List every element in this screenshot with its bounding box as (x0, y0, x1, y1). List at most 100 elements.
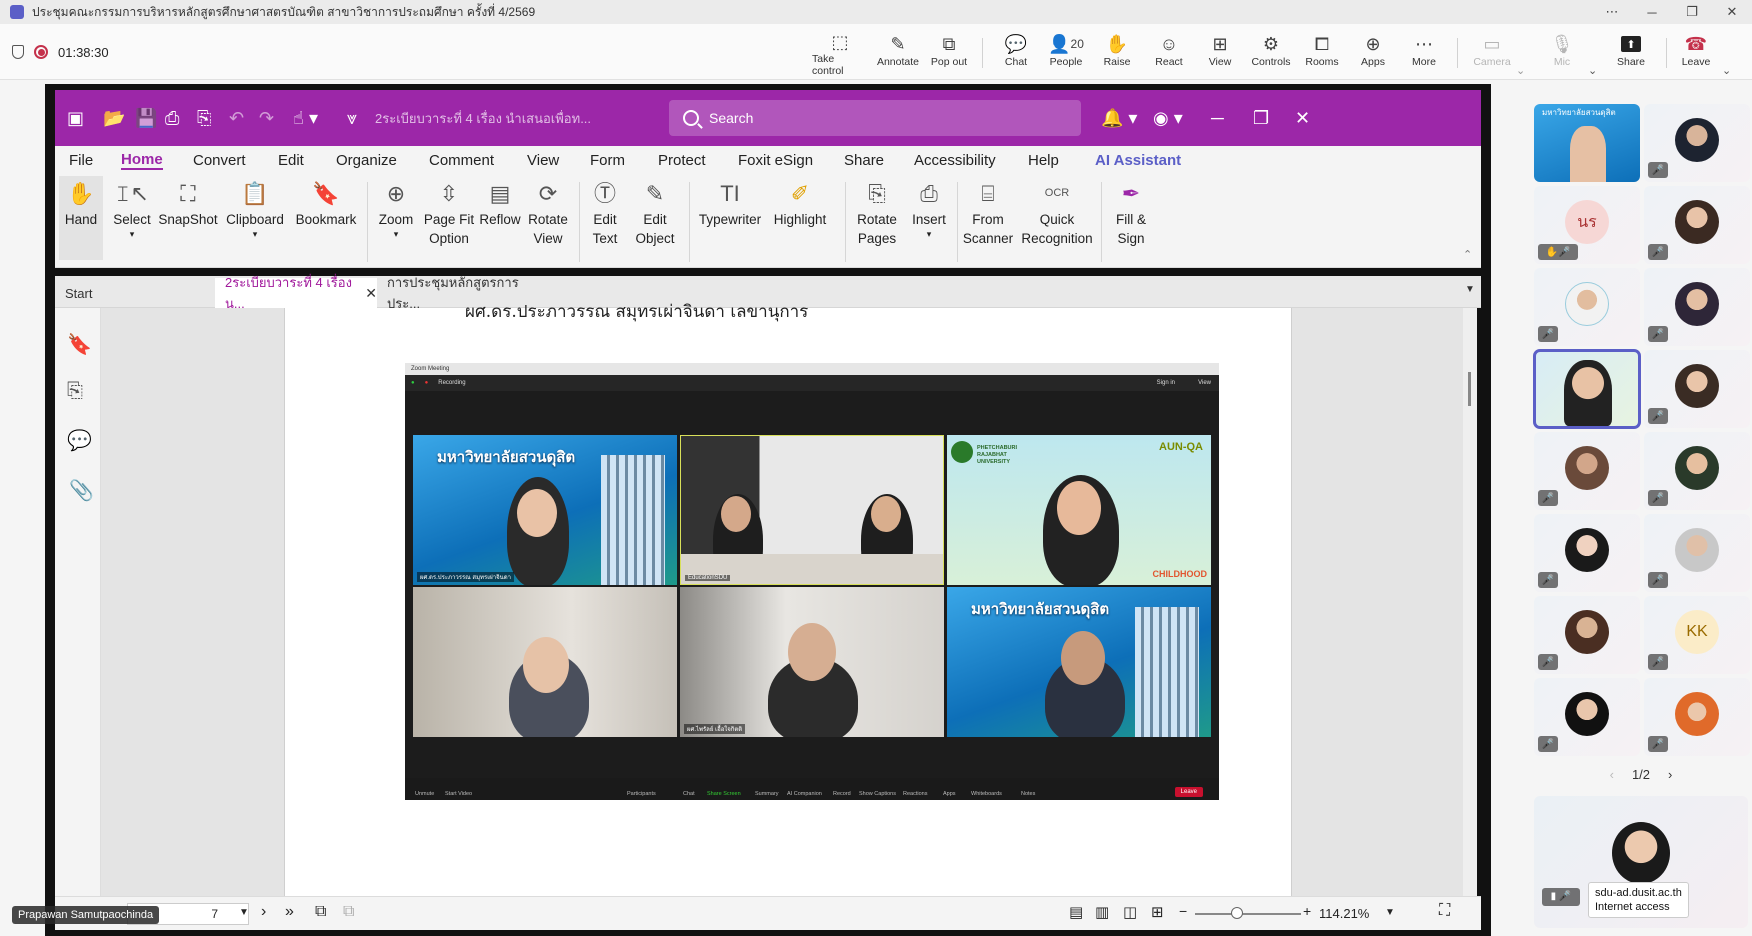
close-icon[interactable]: ✕ (1712, 0, 1752, 24)
menu-file[interactable]: File (69, 152, 93, 169)
share-button[interactable]: ⬆ Share (1603, 32, 1659, 76)
restore-icon[interactable]: ❐ (1253, 90, 1269, 146)
participant-tile[interactable]: นร ✋🎤 (1534, 186, 1640, 264)
participant-tile[interactable]: มหาวิทยาลัยสวนดุสิต (1534, 104, 1640, 182)
raise-hand-button[interactable]: ✋ Raise (1089, 32, 1145, 76)
continuous-view-icon[interactable]: ▥ (1095, 903, 1109, 921)
bookmarks-panel-icon[interactable]: 🔖 (67, 332, 92, 357)
zoom-slider[interactable] (1195, 913, 1301, 915)
controls-button[interactable]: ⚙ Controls (1243, 32, 1299, 76)
self-video-tile[interactable]: ▮ 🎤 sdu-ad.dusit.ac.th Internet access (1534, 796, 1748, 928)
take-control-button[interactable]: ⬚ Take control (812, 32, 868, 77)
zoom-button[interactable]: ⊕ Zoom ▾ (371, 176, 421, 239)
participant-tile[interactable]: 🎤 (1644, 268, 1750, 346)
pages-panel-icon[interactable]: ⎘ (67, 380, 83, 403)
menu-protect[interactable]: Protect (658, 152, 706, 169)
close-tab-icon[interactable]: ✕ (365, 285, 377, 302)
hand-tool-icon[interactable]: ☝ ▾ (293, 90, 318, 146)
menu-share[interactable]: Share (844, 152, 884, 169)
page-dropdown-icon[interactable]: ▼ (239, 907, 249, 918)
menu-ai-assistant[interactable]: AI Assistant (1095, 152, 1181, 169)
reflow-button[interactable]: ▤ Reflow (477, 176, 523, 229)
next-view-icon[interactable]: ⧉ (343, 903, 354, 921)
previous-view-icon[interactable]: ⧉ (315, 903, 326, 921)
account-icon[interactable]: ◉ ▾ (1153, 90, 1183, 146)
tabs-dropdown-icon[interactable]: ▼ (1465, 284, 1475, 295)
rooms-button[interactable]: ⧠ Rooms (1294, 32, 1350, 76)
close-icon[interactable]: ✕ (1295, 90, 1310, 146)
participant-tile-active-speaker[interactable] (1533, 349, 1641, 429)
participant-tile[interactable]: 🎤 (1644, 350, 1750, 428)
react-button[interactable]: ☺ React (1141, 32, 1197, 76)
facing-view-icon[interactable]: ◫ (1123, 903, 1137, 921)
next-page-icon[interactable]: › (1668, 767, 1672, 782)
zoom-out-icon[interactable]: − (1179, 903, 1187, 919)
leave-chevron-icon[interactable]: ⌄ (1722, 64, 1731, 77)
participant-tile[interactable]: 🎤 (1644, 186, 1750, 264)
minimize-icon[interactable]: ─ (1632, 0, 1672, 24)
attachments-panel-icon[interactable]: 📎 (69, 478, 94, 503)
participant-tile[interactable]: 🎤 (1534, 678, 1640, 756)
select-button[interactable]: 𝙸↖ Select ▾ (107, 176, 157, 239)
single-page-view-icon[interactable]: ▤ (1069, 903, 1083, 921)
participant-tile[interactable]: 🎤 (1534, 596, 1640, 674)
mic-button[interactable]: 🎙 Mic (1534, 32, 1590, 76)
save-icon[interactable]: 💾 (135, 90, 157, 146)
quick-recognition-button[interactable]: OCR Quick Recognition (1017, 176, 1097, 248)
redo-icon[interactable]: ↷ (259, 90, 274, 146)
menu-convert[interactable]: Convert (193, 152, 246, 169)
print-icon[interactable]: ⎙ (165, 90, 179, 146)
view-button[interactable]: ⊞ View (1192, 32, 1248, 76)
bookmark-button[interactable]: 🔖 Bookmark (289, 176, 363, 229)
vertical-scrollbar[interactable] (1463, 308, 1477, 896)
participant-tile[interactable]: 🎤 (1534, 268, 1640, 346)
camera-button[interactable]: ▭ Camera (1464, 32, 1520, 76)
clipboard-button[interactable]: 📋 Clipboard ▾ (221, 176, 289, 239)
undo-icon[interactable]: ↶ (229, 90, 244, 146)
participant-tile[interactable]: 🎤 (1534, 514, 1640, 592)
annotate-button[interactable]: ✎ Annotate (870, 32, 926, 76)
insert-button[interactable]: ⎙ Insert ▾ (905, 176, 953, 239)
menu-organize[interactable]: Organize (336, 152, 397, 169)
zoom-percentage-field[interactable]: 114.21% (1315, 903, 1395, 925)
pop-out-button[interactable]: ⧉ Pop out (921, 32, 977, 76)
menu-form[interactable]: Form (590, 152, 625, 169)
notification-bell-icon[interactable]: 🔔 ▾ (1101, 90, 1137, 146)
continuous-facing-view-icon[interactable]: ⊞ (1151, 903, 1164, 921)
shield-icon[interactable] (12, 45, 24, 59)
leave-button[interactable]: ☎ Leave (1668, 32, 1724, 76)
collapse-ribbon-icon[interactable]: ⌃ (1463, 248, 1472, 261)
menu-help[interactable]: Help (1028, 152, 1059, 169)
network-quality-icon[interactable]: ▮ 🎤 (1542, 888, 1580, 906)
highlight-button[interactable]: ✐ Highlight (767, 176, 833, 229)
from-scanner-button[interactable]: ⌸ From Scanner (959, 176, 1017, 248)
participant-tile[interactable]: 🎤 (1534, 432, 1640, 510)
open-folder-icon[interactable]: 📂 (103, 90, 125, 146)
snapshot-button[interactable]: ⛶ SnapShot (155, 176, 221, 229)
previous-page-icon[interactable]: ‹ (1610, 767, 1614, 782)
more-button[interactable]: ⋯ More (1396, 32, 1452, 76)
menu-foxit-esign[interactable]: Foxit eSign (738, 152, 813, 169)
tab-document-1[interactable]: 2ระเบียบวาระที่ 4 เรื่อง น... ✕ (215, 275, 377, 311)
minimize-icon[interactable]: ─ (1211, 90, 1224, 146)
tab-start[interactable]: Start (55, 278, 215, 308)
people-button[interactable]: 👤 20 People (1038, 32, 1094, 76)
more-options-icon[interactable]: ⋯ (1592, 0, 1632, 24)
scrollbar-thumb[interactable] (1468, 372, 1471, 406)
export-icon[interactable]: ⎘ (197, 90, 211, 146)
mic-chevron-icon[interactable]: ⌄ (1588, 64, 1597, 77)
fill-sign-button[interactable]: ✒ Fill & Sign (1105, 176, 1157, 248)
menu-accessibility[interactable]: Accessibility (914, 152, 996, 169)
comments-panel-icon[interactable]: 💬 (67, 428, 92, 453)
full-screen-icon[interactable]: ⛶ (1439, 902, 1450, 920)
participant-tile[interactable]: 🎤 (1644, 514, 1750, 592)
zoom-in-icon[interactable]: + (1303, 903, 1311, 919)
hand-tool-button[interactable]: ✋ Hand (59, 176, 103, 260)
rotate-view-button[interactable]: ⟳ Rotate View (523, 176, 573, 248)
next-page-icon[interactable]: › (261, 903, 266, 921)
menu-edit[interactable]: Edit (278, 152, 304, 169)
edit-text-button[interactable]: Ⓣ Edit Text (583, 176, 627, 248)
zoom-dropdown-icon[interactable]: ▼ (1385, 907, 1395, 918)
chat-button[interactable]: 💬 Chat (988, 32, 1044, 76)
participant-tile[interactable]: KK 🎤 (1644, 596, 1750, 674)
